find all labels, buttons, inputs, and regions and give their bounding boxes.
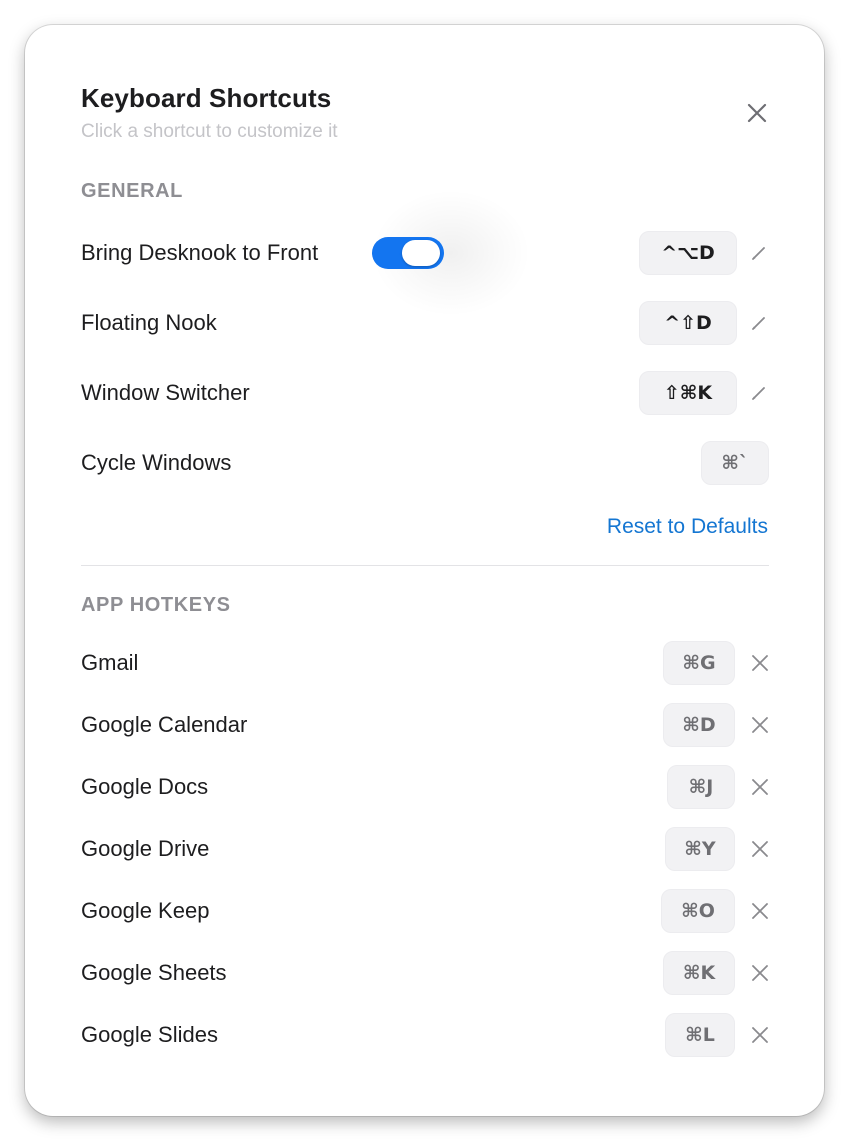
shortcut-keycap[interactable]: ^⇧D: [639, 301, 737, 345]
shortcut-label: Bring Desknook to Front: [81, 240, 319, 265]
remove-icon[interactable]: [751, 654, 769, 672]
shortcut-label: Floating Nook: [81, 310, 217, 335]
hotkey-keycap[interactable]: ⌘K: [663, 951, 735, 995]
hotkey-keycap[interactable]: ⌘L: [665, 1013, 735, 1057]
app-name: Gmail: [81, 650, 139, 675]
app-name: Google Calendar: [81, 712, 248, 737]
hotkey-keycap[interactable]: ⌘G: [663, 641, 735, 685]
app-hotkeys-section-label: APP HOTKEYS: [81, 594, 231, 616]
app-name: Google Docs: [81, 774, 209, 799]
app-name: Google Keep: [81, 898, 210, 923]
hotkey-keycap[interactable]: ⌘O: [661, 889, 735, 933]
shortcut-row-floating-nook: Floating Nook ^⇧D: [81, 299, 769, 347]
pencil-icon[interactable]: [749, 313, 769, 333]
hotkey-row-google-keep: Google Keep ⌘O: [81, 887, 769, 935]
pencil-icon[interactable]: [749, 383, 769, 403]
shortcut-keycap[interactable]: ⇧⌘K: [639, 371, 737, 415]
remove-icon[interactable]: [751, 778, 769, 796]
dialog-subtitle: Click a shortcut to customize it: [81, 121, 338, 142]
toggle-knob: [402, 240, 440, 266]
shortcut-row-bring-to-front: Bring Desknook to Front ^⌥D: [81, 189, 769, 317]
hotkey-row-google-calendar: Google Calendar ⌘D: [81, 701, 769, 749]
bring-to-front-toggle[interactable]: [372, 237, 444, 269]
app-name: Google Sheets: [81, 960, 227, 985]
keyboard-shortcuts-dialog: Keyboard Shortcuts Click a shortcut to c…: [25, 25, 824, 1116]
remove-icon[interactable]: [751, 964, 769, 982]
shortcut-row-cycle-windows: Cycle Windows ⌘`: [81, 439, 769, 487]
shortcut-keycap: ⌘`: [701, 441, 769, 485]
pencil-icon[interactable]: [749, 243, 769, 263]
remove-icon[interactable]: [751, 840, 769, 858]
hotkey-keycap[interactable]: ⌘Y: [665, 827, 735, 871]
reset-to-defaults-link[interactable]: Reset to Defaults: [607, 515, 768, 539]
hotkey-row-google-docs: Google Docs ⌘J: [81, 763, 769, 811]
dialog-title: Keyboard Shortcuts: [81, 83, 332, 113]
remove-icon[interactable]: [751, 902, 769, 920]
shortcut-label: Window Switcher: [81, 380, 250, 405]
app-name: Google Drive: [81, 836, 210, 861]
remove-icon[interactable]: [751, 1026, 769, 1044]
shortcut-label: Cycle Windows: [81, 450, 232, 475]
hotkey-row-gmail: Gmail ⌘G: [81, 639, 769, 687]
app-name: Google Slides: [81, 1022, 218, 1047]
general-section-label: GENERAL: [81, 180, 183, 202]
section-divider: [81, 565, 769, 566]
hotkey-keycap[interactable]: ⌘D: [663, 703, 735, 747]
hotkey-keycap[interactable]: ⌘J: [667, 765, 735, 809]
shortcut-keycap[interactable]: ^⌥D: [639, 231, 737, 275]
hotkey-row-google-slides: Google Slides ⌘L: [81, 1011, 769, 1059]
close-icon: [747, 103, 767, 123]
shortcut-row-window-switcher: Window Switcher ⇧⌘K: [81, 369, 769, 417]
close-button[interactable]: [743, 99, 771, 127]
remove-icon[interactable]: [751, 716, 769, 734]
hotkey-row-google-sheets: Google Sheets ⌘K: [81, 949, 769, 997]
hotkey-row-google-drive: Google Drive ⌘Y: [81, 825, 769, 873]
